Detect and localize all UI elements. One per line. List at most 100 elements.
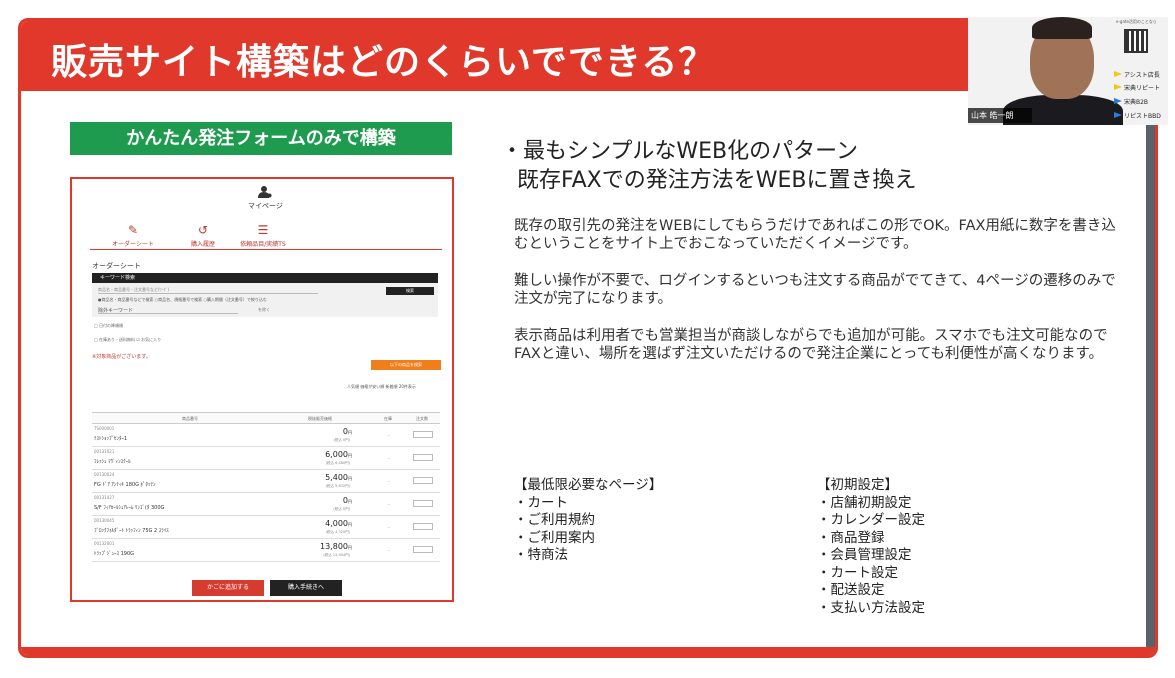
product-code: 00132001 (94, 541, 115, 546)
product-code: 00130024 (94, 472, 115, 477)
brand-label: リピストBBD (1114, 111, 1161, 120)
presenter-hair (1032, 17, 1092, 39)
product-name: ﾌﾞﾛｯｸﾌｫﾙﾀﾞｰﾄ ﾄﾗｯﾌｨﾝ 75G 2 ｽﾗｲｽ (94, 528, 169, 534)
yen-unit: 円 (348, 499, 352, 504)
headline: ・最もシンプルなWEB化のパターン 既存FAXでの発注方法をWEBに置き換え (501, 137, 917, 195)
search-options[interactable]: ●商品名・商品番号などで検索 ○商品名、規格番号で検索 ○購入期間（注文番号）で… (98, 297, 267, 303)
table-row: 00130024 FG ﾄﾞｱ ｱﾝﾃｨｷ 180G ﾎﾟﾀｯﾃﾝ 5,400円… (92, 470, 440, 493)
divider (90, 249, 442, 250)
mypage-label: マイページ (248, 202, 283, 210)
checkout-button[interactable]: 購入手続きへ (270, 580, 342, 596)
product-code: 00131021 (94, 449, 115, 454)
mock-tabs: ✎ オーダーシート ↺ 購入履歴 ☰ 依頼品目/実績TS (98, 223, 438, 249)
order-sheet-title: オーダーシート (92, 262, 141, 270)
product-code: 00131427 (94, 495, 115, 500)
stock-value: - (388, 525, 390, 531)
min-pages-title: 【最低限必要なページ】 (514, 477, 663, 493)
price-value: 4,000 (325, 519, 348, 528)
tax-price: (税込 6,480円) (325, 461, 350, 465)
edit-icon: ✎ (127, 223, 139, 237)
product-price: 6,000円 (325, 450, 352, 459)
stock-value: - (388, 479, 390, 485)
qr-code-icon (1124, 29, 1148, 53)
yen-unit: 円 (348, 453, 352, 458)
paragraph: 表示商品は利用者でも営業担当が商談しながらでも追加が可能。スマホでも注文可能なの… (514, 328, 1108, 362)
table-header: 商品番号 税抜販売価格 在庫 注文数 (92, 412, 440, 424)
body-text: 既存の取引先の発注をWEBにしてもらうだけであればこの形でOK。FAX用紙に数字… (514, 217, 1124, 382)
qty-input[interactable] (413, 431, 433, 438)
tab-list[interactable]: ☰ 依頼品目/実績TS (228, 223, 298, 248)
qty-input[interactable] (413, 546, 433, 553)
title-bar: 販売サイト構築はどのくらいでできる？ (21, 21, 969, 91)
exclude-keyword-input[interactable]: 除外キーワード (98, 307, 238, 314)
add-to-cart-button[interactable]: かごに追加する (192, 580, 264, 596)
qty-input[interactable] (413, 477, 433, 484)
tax-price: (税込 0円) (333, 507, 350, 511)
list-item: ・カレンダー設定 (817, 512, 925, 528)
product-name: ﾃｽﾄｼｮｯﾌﾟｾﾝﾀｰ1 (94, 436, 128, 442)
tax-price: (税込 14,904円) (323, 553, 350, 557)
product-price: 0円 (343, 427, 352, 436)
headline-line-1: ・最もシンプルなWEB化のパターン (501, 139, 858, 164)
price-value: 13,800 (320, 542, 348, 551)
table-row: 00130045 ﾌﾞﾛｯｸﾌｫﾙﾀﾞｰﾄ ﾄﾗｯﾌｨﾝ 75G 2 ｽﾗｲｽ … (92, 516, 440, 539)
product-code: TS000001 (94, 426, 115, 431)
search-button[interactable]: 検索 (386, 287, 434, 295)
list-icon: ☰ (257, 223, 269, 237)
tab-label: 依頼品目/実績TS (240, 241, 286, 248)
yen-unit: 円 (348, 522, 352, 527)
col-qty: 注文数 (416, 416, 428, 421)
qty-input[interactable] (413, 454, 433, 461)
stock-value: - (388, 433, 390, 439)
search-products-button[interactable]: 以下の商品を検索 (371, 360, 441, 370)
product-price: 5,400円 (325, 473, 352, 482)
exclude-label: を除く (258, 307, 270, 312)
tab-label: 購入履歴 (190, 241, 215, 248)
headline-line-2: 既存FAXでの発注方法をWEBに置き換え (517, 168, 917, 193)
keyword-bar: キーワード検索 (92, 273, 438, 283)
stock-value: - (388, 502, 390, 508)
min-pages-list: 【最低限必要なページ】 ・カート ・ご利用規約 ・ご利用案内 ・特商法 (514, 477, 662, 565)
order-form-screenshot: マイページ ✎ オーダーシート ↺ 購入履歴 ☰ 依頼品目/実績TS オーダーシート … (70, 177, 454, 602)
initial-settings-title: 【初期設定】 (817, 477, 898, 493)
price-value: 6,000 (325, 450, 348, 459)
sort-checkbox[interactable]: □ 日付の降順順 (94, 323, 123, 329)
product-price: 4,000円 (325, 519, 352, 528)
qty-input[interactable] (413, 523, 433, 530)
stock-value: - (388, 456, 390, 462)
tab-label: オーダーシート (112, 241, 154, 248)
table-row: 00132001 ﾄﾗｯﾌﾟｼﾞｭｰｽ 190G 13,800円 (税込 14,… (92, 539, 440, 562)
list-item: ・ご利用規約 (514, 512, 595, 528)
notice-text: ※対象商品がございます。 (92, 354, 151, 360)
col-stock: 在庫 (384, 416, 392, 421)
product-code: 00130045 (94, 518, 115, 523)
bottom-band (21, 647, 1155, 655)
filter-checkboxes[interactable]: □ 在庫あり・送料無料 ☑ お気に入り (94, 337, 161, 343)
product-price: 0円 (343, 496, 352, 505)
presenter-name: 山本 皓一朗 (968, 108, 1032, 123)
section-label: かんたん発注フォームのみで構築 (70, 122, 452, 155)
brand-label: アシスト店長 (1114, 70, 1160, 79)
product-name: FG ﾄﾞｱ ｱﾝﾃｨｷ 180G ﾎﾟﾀｯﾃﾝ (94, 482, 156, 488)
keyword-area: 商品名・商品番号・注文番号など(ﾜｰｸﾞ) 検索 ●商品名・商品番号などで検索 … (92, 283, 438, 317)
sort-options[interactable]: 人気順 価格が安い順 新着順 20件表示 (347, 384, 416, 390)
keyword-input[interactable]: 商品名・商品番号・注文番号など(ﾜｰｸﾞ) (98, 287, 318, 294)
qr-caption: e-gate活用のことなら (1116, 19, 1157, 24)
paragraph: 既存の取引先の発注をWEBにしてもらうだけであればこの形でOK。FAX用紙に数字… (514, 218, 1116, 252)
brand-label: 宋典B2B (1114, 97, 1148, 106)
qty-input[interactable] (413, 500, 433, 507)
tax-price: (税込 4,320円) (325, 530, 350, 534)
col-name: 商品番号 (182, 416, 198, 421)
brand-label: 宋典リピート (1114, 83, 1160, 92)
list-item: ・商品登録 (817, 529, 885, 546)
product-name: S/F ﾌｨｱｶｰﾙｼｭｱﾚｰﾑ ﾘﾝｺﾞ(ﾀ 300G (94, 505, 165, 511)
list-item: ・ご利用案内 (514, 529, 595, 546)
yen-unit: 円 (348, 430, 352, 435)
price-value: 5,400 (325, 473, 348, 482)
paragraph: 難しい操作が不要で、ログインするといつも注文する商品がでてきて、4ページの遷移の… (514, 273, 1116, 307)
yen-unit: 円 (348, 476, 352, 481)
slide-edge (1146, 116, 1155, 655)
product-price: 13,800円 (320, 542, 352, 551)
user-settings-icon (258, 186, 272, 198)
tab-order-sheet[interactable]: ✎ オーダーシート (98, 223, 168, 248)
